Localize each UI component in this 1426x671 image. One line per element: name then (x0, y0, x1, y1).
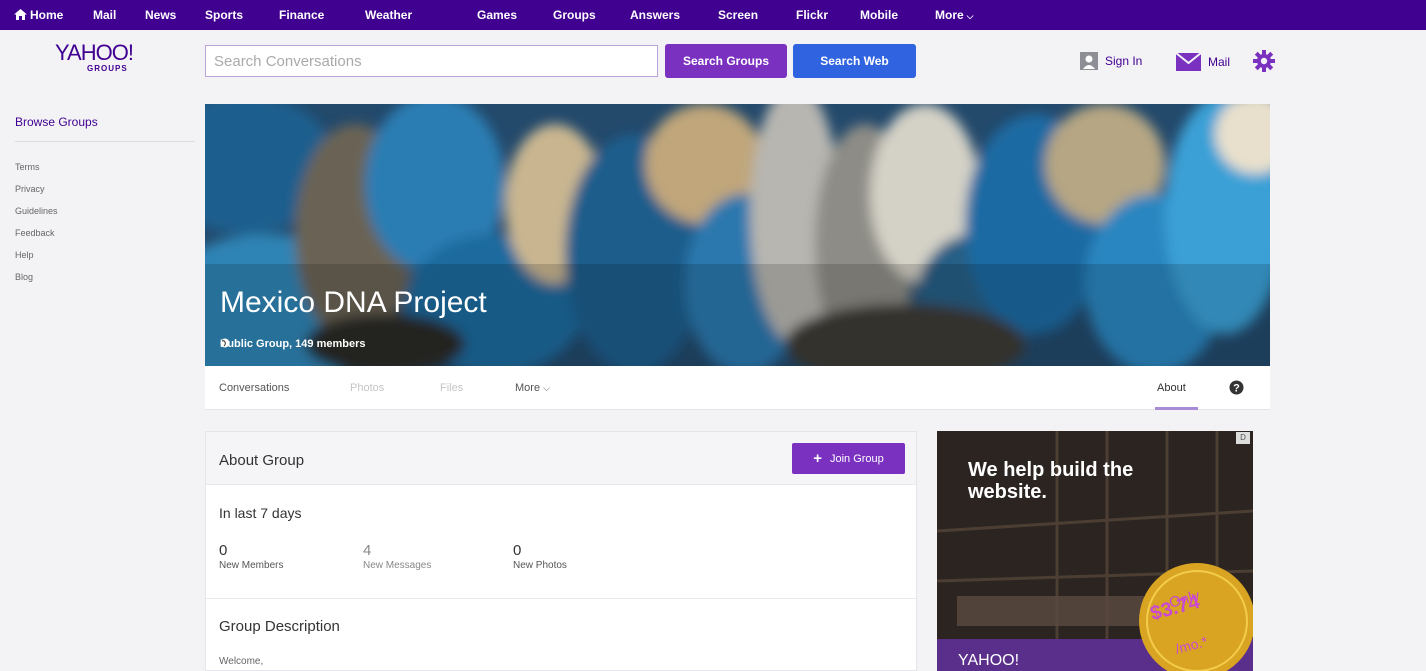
nav-weather[interactable]: Weather (365, 8, 412, 22)
sign-in-link[interactable]: Sign In (1080, 52, 1142, 70)
chevron-down-icon: ⌵ (966, 11, 974, 21)
chevron-down-icon: ⌵ (543, 383, 550, 393)
mail-label: Mail (1208, 55, 1231, 69)
sidebar-link-blog[interactable]: Blog (15, 266, 195, 288)
tab-more-label: More (515, 382, 541, 394)
advertisement[interactable]: D We help build the website. Only $3.74 … (937, 431, 1253, 671)
about-group-card: About Group + Join Group In last 7 days … (205, 431, 917, 671)
group-tabs: Conversations Photos Files More ⌵ About … (205, 366, 1270, 410)
nav-flickr[interactable]: Flickr (796, 8, 828, 22)
stat-value: 0 (219, 542, 228, 559)
group-meta-text: Public Group, 149 members (220, 338, 366, 350)
active-tab-indicator (1155, 407, 1198, 410)
tab-about[interactable]: About (1155, 366, 1200, 410)
help-icon[interactable]: ? (1229, 380, 1244, 395)
tab-photos[interactable]: Photos (350, 382, 384, 394)
nav-mobile[interactable]: Mobile (860, 8, 898, 22)
sidebar-link-help[interactable]: Help (15, 244, 195, 266)
nav-mail[interactable]: Mail (93, 8, 116, 22)
stat-value: 4 (363, 542, 372, 559)
stat-label: New Messages (363, 560, 432, 571)
activity-heading: In last 7 days (219, 505, 302, 521)
yahoo-groups-logo[interactable]: YAHOO! GROUPS (55, 40, 165, 90)
nav-home[interactable]: Home (14, 8, 63, 22)
globe-icon (220, 338, 230, 348)
user-icon (1080, 52, 1098, 70)
stat-label: New Members (219, 560, 284, 571)
tab-files[interactable]: Files (440, 382, 463, 394)
group-description-title: Group Description (219, 618, 340, 635)
nav-home-label: Home (30, 8, 64, 22)
sidebar-link-privacy[interactable]: Privacy (15, 178, 195, 200)
nav-groups[interactable]: Groups (553, 8, 596, 22)
search-input[interactable] (205, 45, 658, 77)
join-group-button[interactable]: + Join Group (792, 443, 905, 474)
logo-subtitle: GROUPS (87, 64, 128, 73)
group-description-text: Welcome, (219, 656, 264, 667)
stat-new-photos: 0 New Photos (513, 542, 567, 571)
divider (206, 598, 916, 599)
stat-label: New Photos (513, 560, 567, 571)
sign-in-label: Sign In (1105, 54, 1143, 68)
ad-headline: We help build the website. (968, 459, 1134, 503)
stat-value: 0 (513, 542, 522, 559)
nav-more-label: More (935, 8, 964, 22)
gear-icon[interactable] (1253, 50, 1275, 72)
about-group-title: About Group (219, 452, 305, 469)
cover-image (205, 104, 1270, 366)
left-sidebar: Browse Groups Terms Privacy Guidelines F… (15, 115, 195, 288)
sidebar-link-feedback[interactable]: Feedback (15, 222, 195, 244)
browse-groups-link[interactable]: Browse Groups (15, 115, 195, 142)
top-nav-bar: Home Mail News Sports Finance Weather Ga… (0, 0, 1426, 30)
tab-about-label: About (1157, 382, 1186, 394)
tab-conversations[interactable]: Conversations (219, 382, 289, 394)
nav-screen[interactable]: Screen (718, 8, 758, 22)
stat-new-messages[interactable]: 4 New Messages (363, 542, 431, 571)
tab-more[interactable]: More ⌵ (515, 382, 550, 394)
nav-finance[interactable]: Finance (279, 8, 324, 22)
logo-wordmark: YAHOO! (55, 40, 134, 65)
ad-choices-icon[interactable]: D (1236, 432, 1250, 444)
nav-answers[interactable]: Answers (630, 8, 680, 22)
sidebar-link-guidelines[interactable]: Guidelines (15, 200, 195, 222)
sidebar-link-terms[interactable]: Terms (15, 156, 195, 178)
stat-new-members: 0 New Members (219, 542, 283, 571)
about-group-header: About Group + Join Group (206, 432, 916, 485)
svg-text:?: ? (1233, 383, 1240, 395)
group-cover-photo: Mexico DNA Project Public Group, 149 mem… (205, 104, 1270, 366)
plus-icon: + (813, 450, 822, 467)
group-title: Mexico DNA Project (220, 286, 487, 319)
nav-more[interactable]: More ⌵ (935, 8, 974, 23)
mail-icon (1176, 53, 1201, 71)
group-meta: Public Group, 149 members (220, 338, 366, 350)
ad-yahoo-logo: YAHOO! (958, 652, 1020, 669)
search-web-button[interactable]: Search Web (793, 44, 916, 78)
nav-games[interactable]: Games (477, 8, 517, 22)
home-icon (14, 9, 27, 20)
nav-sports[interactable]: Sports (205, 8, 243, 22)
mail-link[interactable]: Mail (1176, 53, 1230, 71)
join-group-label: Join Group (829, 452, 884, 465)
search-groups-button[interactable]: Search Groups (665, 44, 787, 78)
nav-news[interactable]: News (145, 8, 176, 22)
